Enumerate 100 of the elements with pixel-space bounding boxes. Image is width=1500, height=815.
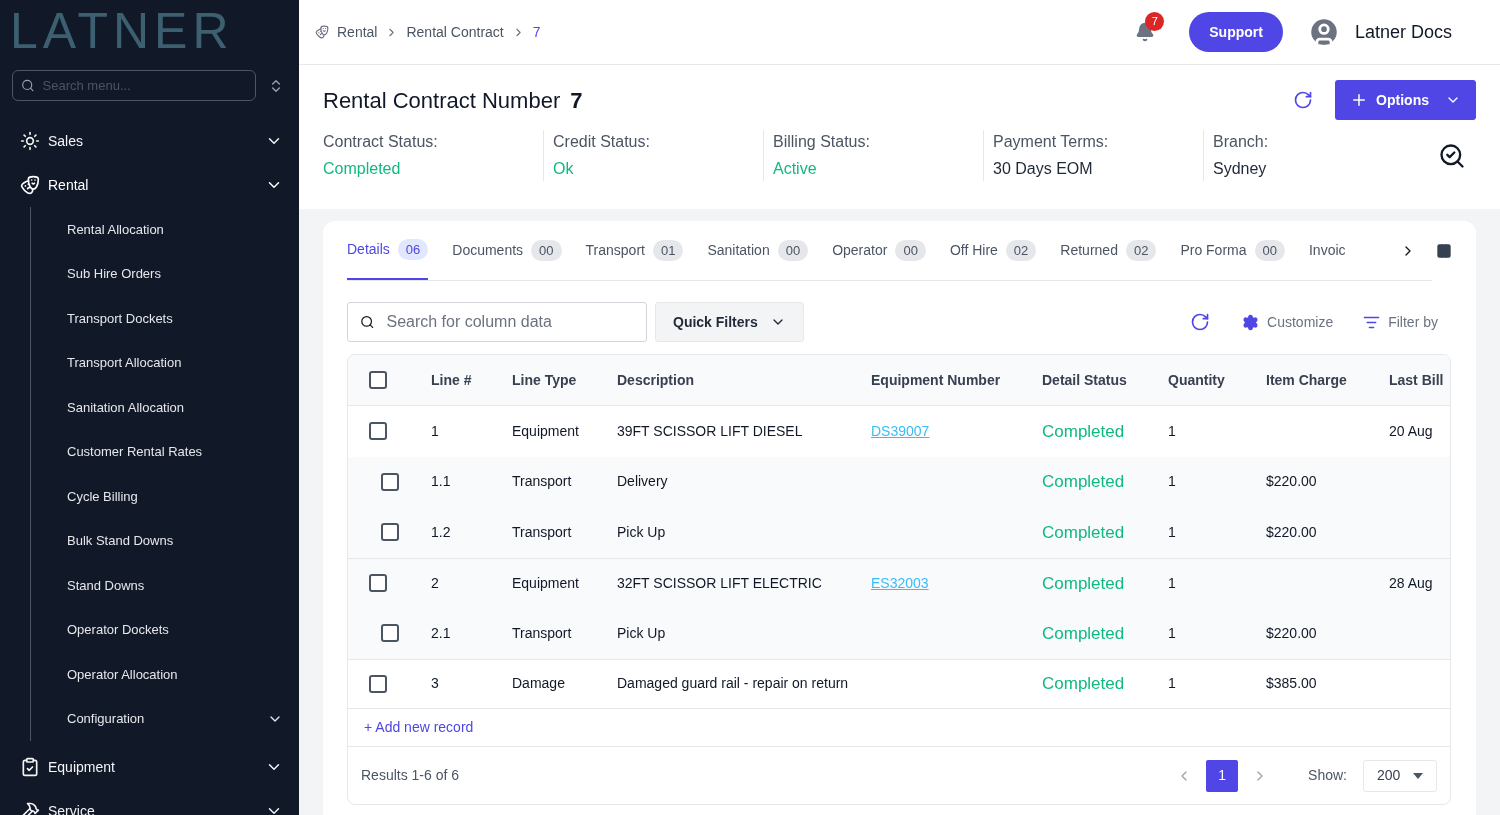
submenu-item[interactable]: Transport Allocation (31, 340, 299, 385)
info-label: Branch: (1213, 132, 1270, 152)
options-button[interactable]: Options (1335, 80, 1476, 120)
column-header[interactable]: Description (617, 371, 694, 388)
status-text: Completed (1042, 623, 1125, 643)
breadcrumb-link[interactable]: Rental (337, 21, 378, 43)
page-size-select[interactable]: 200 (1363, 759, 1437, 792)
info-label: Payment Terms: (993, 132, 1110, 152)
table-cell: 20 Aug (1389, 422, 1433, 439)
mask-icon (315, 25, 329, 39)
table-cell: Pick Up (617, 523, 666, 540)
add-record-link[interactable]: + Add new record (364, 717, 474, 738)
page-title: Rental Contract Number (323, 86, 561, 115)
status-text: Completed (1042, 421, 1125, 441)
mask-icon (20, 175, 40, 195)
submenu-item[interactable]: Transport Dockets (31, 296, 299, 341)
support-button[interactable]: Support (1189, 12, 1283, 52)
tab-count: 02 (1005, 239, 1037, 262)
sidebar-item[interactable]: Sales (0, 119, 299, 163)
customize-button[interactable]: Customize (1242, 311, 1334, 333)
filter-by-button[interactable]: Filter by (1363, 311, 1438, 333)
breadcrumb-link[interactable]: 7 (532, 21, 541, 43)
table-cell: Pick Up (617, 624, 666, 641)
page-button[interactable]: 1 (1206, 759, 1239, 792)
column-header[interactable]: Line Type (512, 371, 577, 388)
table-cell: $220.00 (1266, 473, 1317, 490)
tab-count: 01 (652, 239, 684, 262)
column-header[interactable]: Last Bill (1389, 371, 1444, 388)
info-value: Completed (323, 159, 402, 179)
checkbox[interactable] (381, 523, 399, 542)
checkbox[interactable] (369, 371, 387, 389)
menu-search-field[interactable]: Search menu... (12, 70, 256, 101)
tab-count: 00 (777, 239, 809, 262)
show-label: Show: (1308, 766, 1347, 785)
checkbox[interactable] (381, 472, 399, 491)
checkbox[interactable] (381, 624, 399, 643)
info-label: Billing Status: (773, 132, 871, 152)
submenu-item[interactable]: Rental Allocation (31, 207, 299, 252)
table-cell: Transport (512, 523, 572, 540)
sun-icon (20, 131, 40, 151)
search-check-icon[interactable] (1438, 141, 1466, 170)
checkbox[interactable] (369, 574, 387, 593)
user-name: Latner Docs (1354, 20, 1452, 44)
table-search-field[interactable]: Search for column data (347, 302, 647, 342)
table-cell: Transport (512, 473, 572, 490)
table-cell: 39FT SCISSOR LIFT DIESEL (617, 422, 803, 439)
tab[interactable]: Invoic (1309, 221, 1346, 280)
column-header[interactable]: Detail Status (1042, 371, 1127, 388)
refresh-icon[interactable] (1190, 312, 1211, 332)
submenu-item[interactable]: Customer Rental Rates (31, 429, 299, 474)
table-cell: $220.00 (1266, 624, 1317, 641)
contract-number: 7 (570, 86, 583, 115)
tab[interactable]: Off Hire 02 (949, 221, 1037, 280)
table-cell: 1.2 (431, 523, 451, 540)
submenu-item[interactable]: Cycle Billing (31, 474, 299, 519)
checkbox[interactable] (369, 422, 387, 441)
tab[interactable]: Operator 00 (832, 221, 926, 280)
caret-down-icon (1413, 772, 1423, 779)
table-cell: 2 (431, 574, 439, 591)
submenu-item[interactable]: Stand Downs (31, 563, 299, 608)
submenu-item[interactable]: Sanitation Allocation (31, 385, 299, 430)
menu-search-input[interactable]: Search menu... (42, 75, 247, 96)
search-icon (21, 78, 35, 93)
submenu-item[interactable]: Operator Allocation (31, 652, 299, 697)
submenu-item[interactable]: Sub Hire Orders (31, 251, 299, 296)
info-value: 30 Days EOM (993, 159, 1094, 179)
tab[interactable]: Transport 01 (585, 221, 684, 280)
tab[interactable]: Pro Forma 00 (1180, 221, 1285, 280)
column-header[interactable]: Line # (431, 371, 472, 388)
tab[interactable]: Sanitation 00 (707, 221, 809, 280)
submenu-item[interactable]: Bulk Stand Downs (31, 518, 299, 563)
tab[interactable]: Documents 00 (452, 221, 562, 280)
checkbox[interactable] (369, 674, 387, 693)
tab[interactable]: Details 06 (347, 221, 429, 280)
column-header[interactable]: Quantity (1168, 371, 1225, 388)
sidebar-item[interactable]: Equipment (0, 745, 299, 789)
info-value: Active (773, 159, 818, 179)
notification-badge: 7 (1145, 12, 1165, 31)
results-text: Results 1-6 of 6 (361, 766, 460, 785)
sidebar-item[interactable]: Service (0, 789, 299, 815)
quick-filters-button[interactable]: Quick Filters (655, 302, 804, 342)
tab-count: 02 (1125, 239, 1157, 262)
table-cell: 1 (431, 422, 439, 439)
table-cell: Delivery (617, 473, 668, 490)
column-header[interactable]: Item Charge (1266, 371, 1347, 388)
submenu-item[interactable]: Operator Dockets (31, 607, 299, 652)
breadcrumb-link[interactable]: Rental Contract (406, 21, 504, 43)
hammer-icon (20, 801, 40, 815)
table-cell: 1.1 (431, 473, 451, 490)
table-cell: 32FT SCISSOR LIFT ELECTRIC (617, 574, 822, 591)
tab[interactable]: Returned 02 (1060, 221, 1157, 280)
info-label: Contract Status: (323, 132, 439, 152)
submenu-item[interactable]: Configuration (31, 696, 299, 741)
table-cell: 1 (1168, 523, 1176, 540)
column-header[interactable]: Equipment Number (871, 371, 1001, 388)
table-cell: 1 (1168, 473, 1176, 490)
sidebar-item[interactable]: Rental (0, 163, 299, 207)
table-cell: 3 (431, 675, 439, 692)
table-search-input[interactable]: Search for column data (386, 310, 634, 334)
refresh-icon[interactable] (1293, 90, 1314, 110)
